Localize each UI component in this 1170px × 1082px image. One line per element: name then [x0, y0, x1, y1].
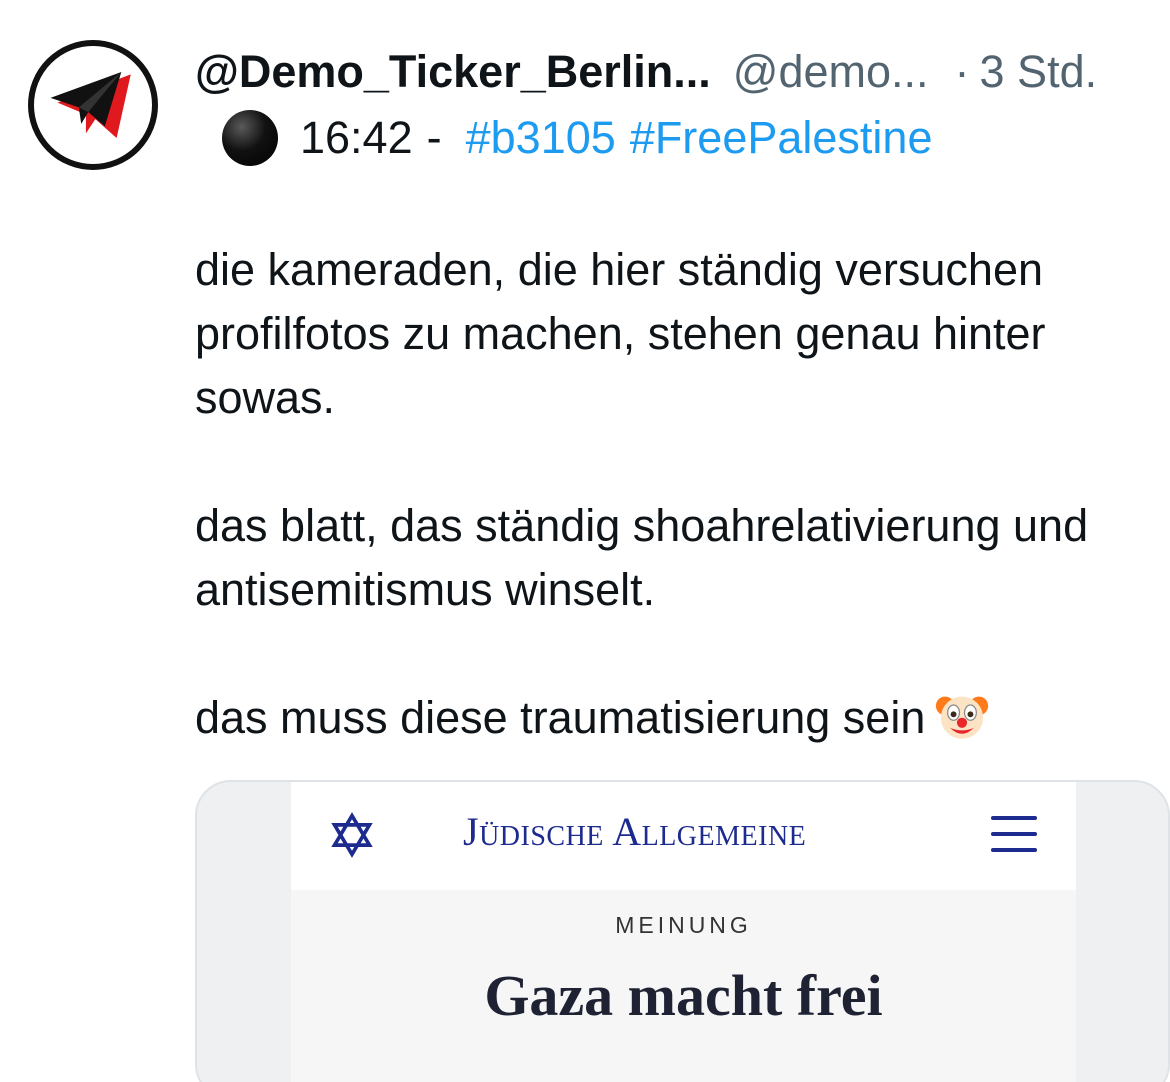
- separator-dot: ·: [954, 46, 970, 97]
- section-label: MEINUNG: [615, 912, 752, 938]
- article-screenshot: Jüdische Allgemeine MEINUNG Gaza macht f…: [291, 782, 1076, 1082]
- article-headline: Gaza macht frei: [484, 963, 883, 1028]
- hashtag-link[interactable]: #b3105: [466, 110, 616, 166]
- post-paragraph: die kameraden, die hier ständig versuche…: [195, 244, 1046, 423]
- post-time: 16:42: [300, 112, 413, 163]
- post-paragraph: das blatt, das ständig shoahrelativierun…: [195, 500, 1089, 615]
- display-name[interactable]: @Demo_Ticker_Berlin...: [195, 46, 711, 97]
- post-paragraph: das muss diese traumatisierung sein: [195, 686, 1170, 750]
- embedded-image[interactable]: Jüdische Allgemeine MEINUNG Gaza macht f…: [195, 780, 1170, 1082]
- post-body: die kameraden, die hier ständig versuche…: [195, 238, 1170, 750]
- user-handle[interactable]: @demo...: [733, 46, 929, 97]
- timestamp[interactable]: 3 Std.: [980, 46, 1098, 97]
- clown-face-icon: [936, 696, 989, 739]
- social-post: @Demo_Ticker_Berlin... @demo... · 3 Std. 16…: [0, 0, 1170, 1082]
- post-subheader: 16:42 - #b3105 #FreePalestine: [222, 110, 932, 166]
- avatar[interactable]: [28, 40, 158, 170]
- dash-separator: -: [426, 112, 442, 163]
- black-circle-icon: [222, 110, 278, 166]
- paper-plane-logo-icon: [50, 71, 131, 139]
- post-header: @Demo_Ticker_Berlin... @demo... · 3 Std.: [195, 44, 1097, 100]
- post-paragraph-text: das muss diese traumatisierung sein: [195, 692, 926, 743]
- star-of-david-icon: [331, 812, 373, 858]
- hashtag-link[interactable]: #FreePalestine: [630, 110, 933, 166]
- article-topbar: Jüdische Allgemeine: [291, 782, 1076, 890]
- masthead-title: Jüdische Allgemeine: [463, 809, 807, 854]
- hamburger-menu-icon: [991, 816, 1037, 856]
